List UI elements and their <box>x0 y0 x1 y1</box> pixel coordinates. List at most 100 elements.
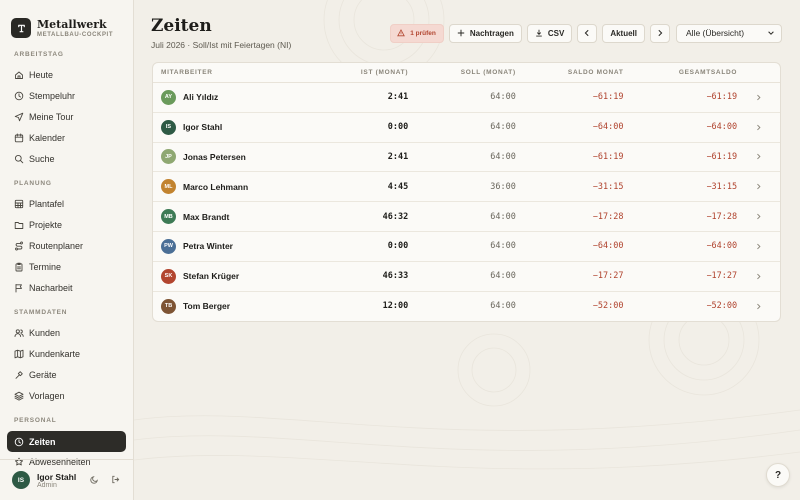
logout-icon[interactable] <box>111 473 120 487</box>
sidebar-item-vorlagen[interactable]: Vorlagen <box>0 385 133 406</box>
ist-value: 12:00 <box>382 301 409 312</box>
table-row[interactable]: AY Ali Yıldız 2:41 64:00 −61:19 −61:19 <box>153 83 780 113</box>
brand[interactable]: Metallwerk METALLBAU-COCKPIT <box>0 0 133 44</box>
user-avatar[interactable]: IS <box>12 471 30 489</box>
sidebar-item-projekte[interactable]: Projekte <box>0 215 133 236</box>
sidebar-item-geräte[interactable]: Geräte <box>0 365 133 386</box>
ist-value: 0:00 <box>387 122 409 133</box>
saldo-value: −64:00 <box>592 122 624 133</box>
sidebar-item-label: Termine <box>29 261 62 272</box>
table-row[interactable]: ML Marco Lehmann 4:45 36:00 −31:15 −31:1… <box>153 172 780 203</box>
current-month-button[interactable]: Aktuell <box>602 23 645 43</box>
search-icon <box>14 154 29 164</box>
header-gesamt[interactable]: GESAMTSALDO <box>624 69 738 76</box>
table-row[interactable]: MB Max Brandt 46:32 64:00 −17:28 −17:28 <box>153 202 780 232</box>
soll-value: 64:00 <box>490 92 516 103</box>
sidebar-item-kunden[interactable]: Kunden <box>0 323 133 344</box>
saldo-value: −17:28 <box>592 211 624 222</box>
employee-cell: JP Jonas Petersen <box>153 149 303 165</box>
avatar: AY <box>161 89 176 105</box>
soll-value: 64:00 <box>490 122 516 133</box>
ist-value: 46:32 <box>382 211 409 222</box>
chevron-right-icon[interactable] <box>737 273 780 280</box>
table-header: MITARBEITER IST (MONAT) SOLL (MONAT) SAL… <box>153 63 780 83</box>
sidebar-item-heute[interactable]: Heute <box>0 65 133 86</box>
add-entry-label: Nachtragen <box>469 28 514 38</box>
employee-name: Petra Winter <box>183 241 233 252</box>
moon-icon[interactable] <box>90 473 99 487</box>
help-button[interactable]: ? <box>766 463 790 487</box>
gesamtsaldo-value: −52:00 <box>706 301 738 312</box>
table-row[interactable]: PW Petra Winter 0:00 64:00 −64:00 −64:00 <box>153 232 780 262</box>
employee-name: Ali Yıldız <box>183 92 219 103</box>
header-ist[interactable]: IST (MONAT) <box>303 69 409 76</box>
user-name: Igor Stahl <box>37 471 77 482</box>
sidebar-item-zeiten[interactable]: Zeiten <box>7 431 126 452</box>
employee-name: Marco Lehmann <box>183 181 249 192</box>
ist-value: 4:45 <box>387 181 409 192</box>
avatar: JP <box>161 149 176 165</box>
brand-name: Metallwerk <box>37 17 107 31</box>
saldo-value: −52:00 <box>592 301 624 312</box>
calendar-icon <box>14 133 29 143</box>
sidebar-item-label: Geräte <box>29 369 57 380</box>
soll-value: 64:00 <box>490 301 516 312</box>
chevron-right-icon[interactable] <box>737 94 780 101</box>
table-row[interactable]: IS Igor Stahl 0:00 64:00 −64:00 −64:00 <box>153 113 780 143</box>
table-row[interactable]: JP Jonas Petersen 2:41 64:00 −61:19 −61:… <box>153 143 780 173</box>
header-saldo[interactable]: SALDO MONAT <box>516 69 624 76</box>
chevron-right-icon <box>658 29 663 37</box>
csv-export-button[interactable]: CSV <box>526 23 573 43</box>
view-filter-select[interactable]: Alle (Übersicht) <box>676 23 782 43</box>
table-row[interactable]: TB Tom Berger 12:00 64:00 −52:00 −52:00 <box>153 292 780 322</box>
sidebar-nav: ARBEITSTAG Heute Stempeluhr Meine Tour Kalen… <box>0 44 133 473</box>
chevron-left-icon <box>584 29 589 37</box>
sidebar-item-label: Kunden <box>29 328 61 339</box>
chevron-right-icon[interactable] <box>737 243 780 250</box>
employee-cell: AY Ali Yıldız <box>153 89 303 105</box>
sidebar-item-nacharbeit[interactable]: Nacharbeit <box>0 277 133 298</box>
add-entry-button[interactable]: Nachtragen <box>448 23 522 43</box>
header-employee[interactable]: MITARBEITER <box>153 69 303 76</box>
hammer-icon <box>14 370 29 380</box>
page-title: Zeiten <box>151 16 212 36</box>
chevron-right-icon[interactable] <box>737 124 780 131</box>
sidebar-item-kundenkarte[interactable]: Kundenkarte <box>0 344 133 365</box>
navigation-icon <box>14 112 29 122</box>
sidebar-item-termine[interactable]: Termine <box>0 256 133 277</box>
gesamtsaldo-value: −64:00 <box>706 241 738 252</box>
flag-icon <box>14 283 29 293</box>
table-row[interactable]: SK Stefan Krüger 46:33 64:00 −17:27 −17:… <box>153 262 780 292</box>
gesamtsaldo-value: −17:28 <box>706 211 738 222</box>
review-warning-button[interactable]: 1 prüfen <box>390 23 444 43</box>
chevron-right-icon[interactable] <box>737 153 780 160</box>
avatar: PW <box>161 238 176 254</box>
sidebar-item-routenplaner[interactable]: Routenplaner <box>0 236 133 257</box>
employee-cell: ML Marco Lehmann <box>153 179 303 195</box>
gesamtsaldo-value: −31:15 <box>706 181 738 192</box>
grid-icon <box>14 199 29 209</box>
employee-name: Stefan Krüger <box>183 271 240 282</box>
header-soll[interactable]: SOLL (MONAT) <box>408 69 516 76</box>
users-icon <box>14 328 29 338</box>
plus-icon <box>457 29 465 37</box>
chevron-right-icon[interactable] <box>737 183 780 190</box>
csv-export-label: CSV <box>547 28 565 38</box>
chevron-right-icon[interactable] <box>737 213 780 220</box>
previous-month-button[interactable] <box>577 23 598 43</box>
avatar: SK <box>161 268 176 284</box>
hammer-icon <box>11 18 31 38</box>
ist-value: 46:33 <box>382 271 409 282</box>
soll-value: 64:00 <box>490 151 516 162</box>
saldo-value: −17:27 <box>592 271 624 282</box>
sidebar-item-suche[interactable]: Suche <box>0 148 133 169</box>
saldo-value: −61:19 <box>592 151 624 162</box>
sidebar-item-plantafel[interactable]: Plantafel <box>0 194 133 215</box>
sidebar-item-meine-tour[interactable]: Meine Tour <box>0 107 133 128</box>
chevron-right-icon[interactable] <box>737 303 780 310</box>
sidebar-item-kalender[interactable]: Kalender <box>0 127 133 148</box>
sidebar-item-stempeluhr[interactable]: Stempeluhr <box>0 86 133 107</box>
sidebar-item-label: Stempeluhr <box>29 91 76 102</box>
next-month-button[interactable] <box>650 23 670 43</box>
soll-value: 64:00 <box>490 271 516 282</box>
